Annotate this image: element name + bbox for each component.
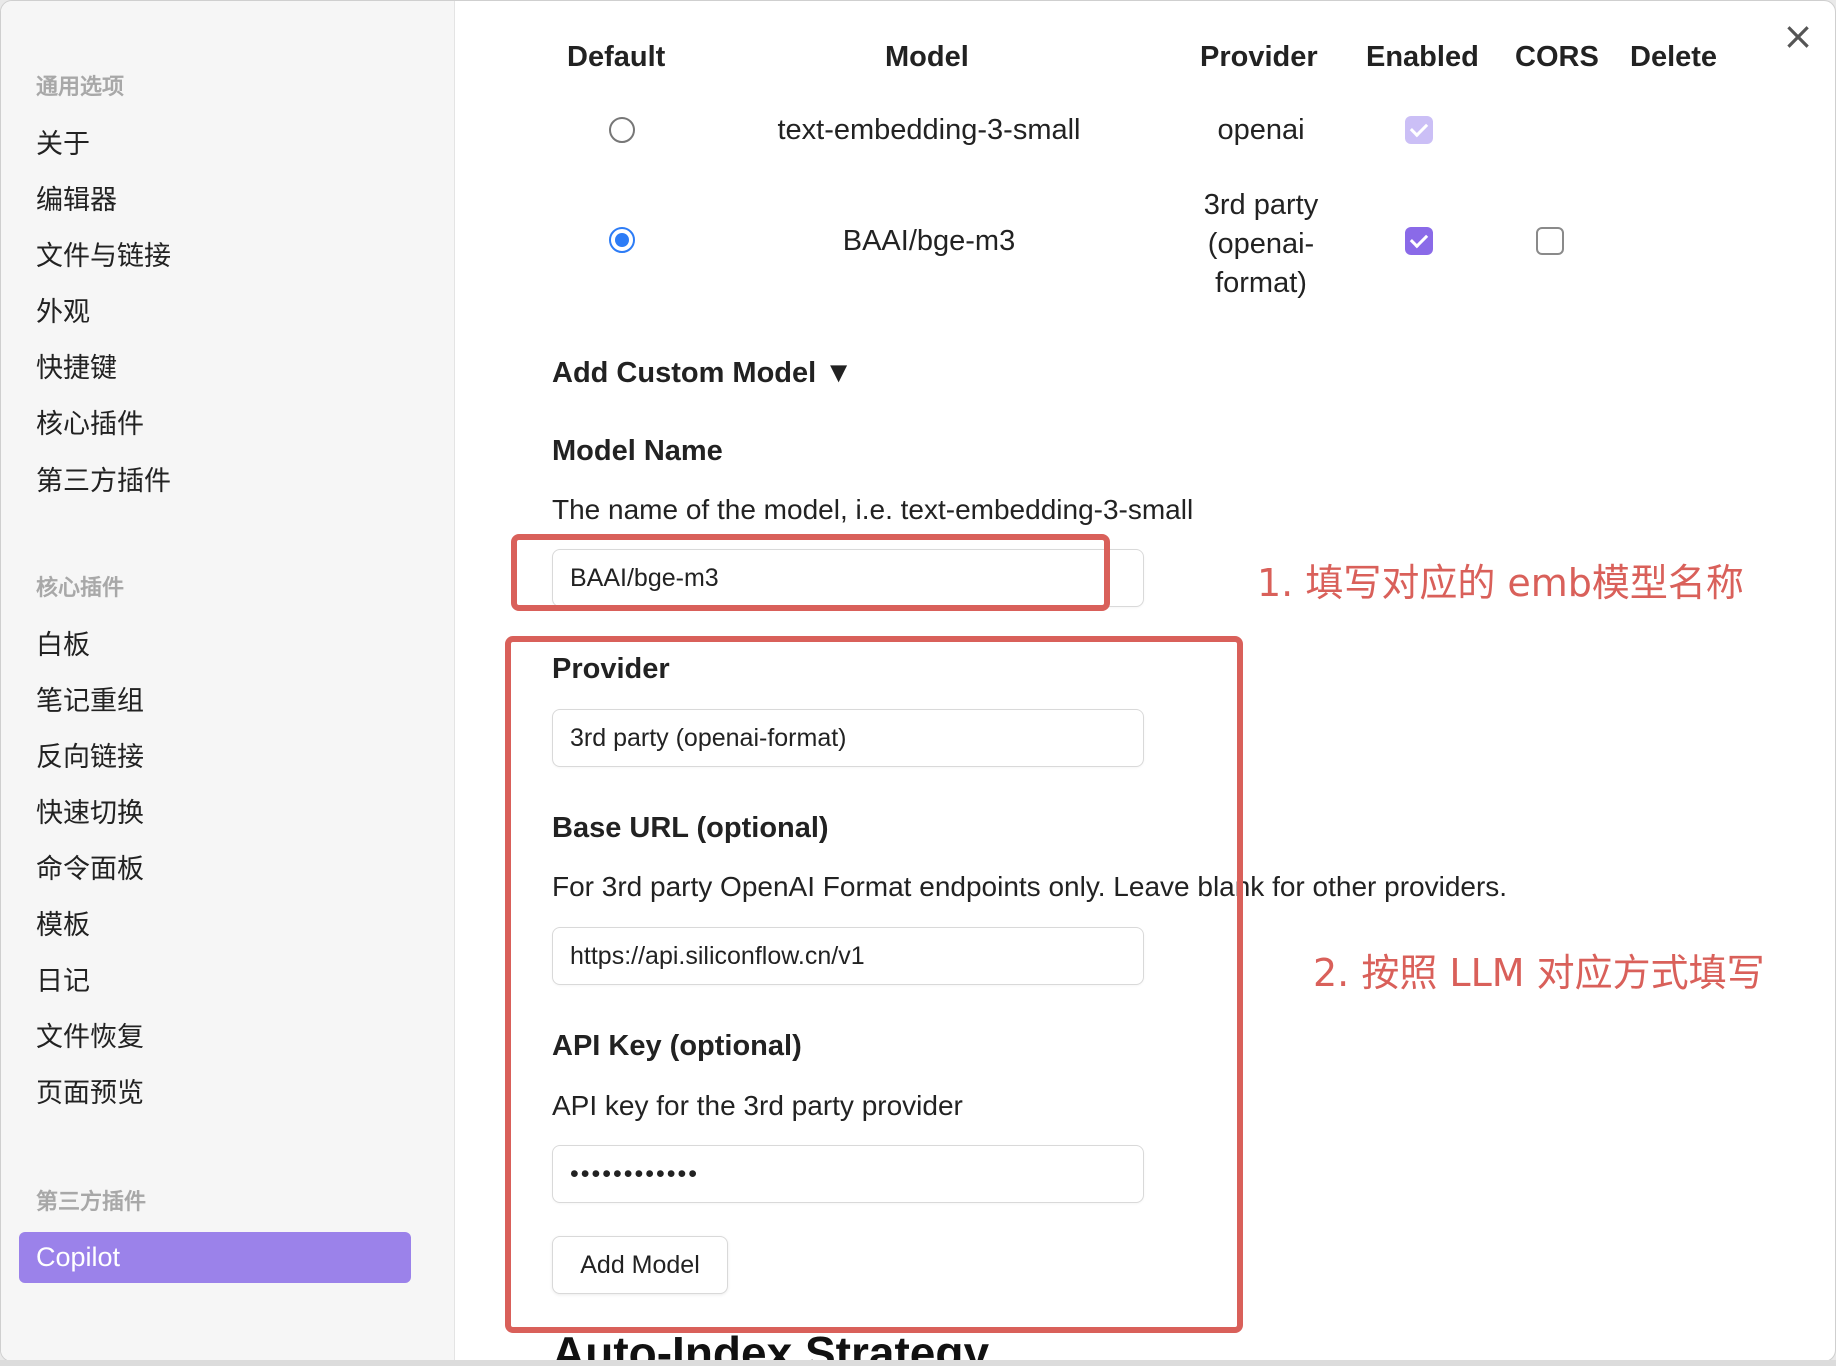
sidebar-item-file-recovery[interactable]: 文件恢复 [36,1015,144,1054]
enabled-checkbox-row-2[interactable] [1405,227,1433,255]
default-radio-row-1[interactable] [609,117,635,143]
provider-cell-row-1: openai [1217,114,1305,146]
add-custom-model-toggle[interactable]: Add Custom Model ▼ [552,357,853,390]
column-header-model: Model [885,41,969,73]
cors-checkbox-row-2[interactable] [1536,227,1564,255]
close-icon[interactable]: × [1781,17,1815,55]
model-cell-row-1: text-embedding-3-small [777,114,1081,146]
sidebar-group-title-core-plugins: 核心插件 [36,576,125,601]
sidebar-item-canvas[interactable]: 白板 [36,623,90,662]
enabled-checkbox-row-1[interactable] [1405,116,1433,144]
sidebar-item-editor[interactable]: 编辑器 [36,178,117,217]
sidebar-item-about[interactable]: 关于 [36,122,90,161]
annotation-text-step-2: 2. 按照 LLM 对应方式填写 [1313,951,1765,995]
settings-sidebar: 通用选项 关于 编辑器 文件与链接 外观 快捷键 核心插件 第三方插件 核心插件… [1,1,455,1361]
sidebar-item-note-composer[interactable]: 笔记重组 [36,679,144,718]
column-header-default: Default [567,41,666,73]
settings-window: 通用选项 关于 编辑器 文件与链接 外观 快捷键 核心插件 第三方插件 核心插件… [0,0,1836,1362]
model-name-label: Model Name [552,435,723,467]
provider-cell-row-2: 3rd party (openai-format) [1203,189,1319,299]
model-cell-row-2: BAAI/bge-m3 [842,225,1016,257]
sidebar-group-title-community-plugins: 第三方插件 [36,1190,147,1215]
sidebar-item-templates[interactable]: 模板 [36,903,90,942]
column-header-delete: Delete [1630,41,1718,73]
sidebar-item-backlinks[interactable]: 反向链接 [36,735,144,774]
sidebar-item-daily-notes[interactable]: 日记 [36,959,90,998]
sidebar-item-page-preview[interactable]: 页面预览 [36,1071,144,1110]
model-name-description: The name of the model, i.e. text-embeddi… [552,494,1194,525]
column-header-provider: Provider [1200,41,1318,73]
sidebar-item-copilot[interactable]: Copilot [19,1232,411,1283]
sidebar-group-title-general: 通用选项 [36,75,125,100]
sidebar-item-community-plugins[interactable]: 第三方插件 [36,459,171,498]
annotation-box-model-name [511,534,1110,611]
column-header-cors: CORS [1515,41,1599,73]
sidebar-item-command-palette[interactable]: 命令面板 [36,847,144,886]
sidebar-item-files-links[interactable]: 文件与链接 [36,234,171,273]
sidebar-item-appearance[interactable]: 外观 [36,290,90,329]
default-radio-row-2[interactable] [609,227,635,253]
column-header-enabled: Enabled [1366,41,1479,73]
sidebar-item-hotkeys[interactable]: 快捷键 [36,346,117,385]
annotation-box-provider-settings [505,636,1243,1333]
sidebar-item-quick-switcher[interactable]: 快速切换 [36,791,144,830]
annotation-text-step-1: 1. 填写对应的 emb模型名称 [1257,561,1744,605]
sidebar-item-core-plugins[interactable]: 核心插件 [36,402,144,441]
window-bottom-edge [0,1360,1836,1366]
